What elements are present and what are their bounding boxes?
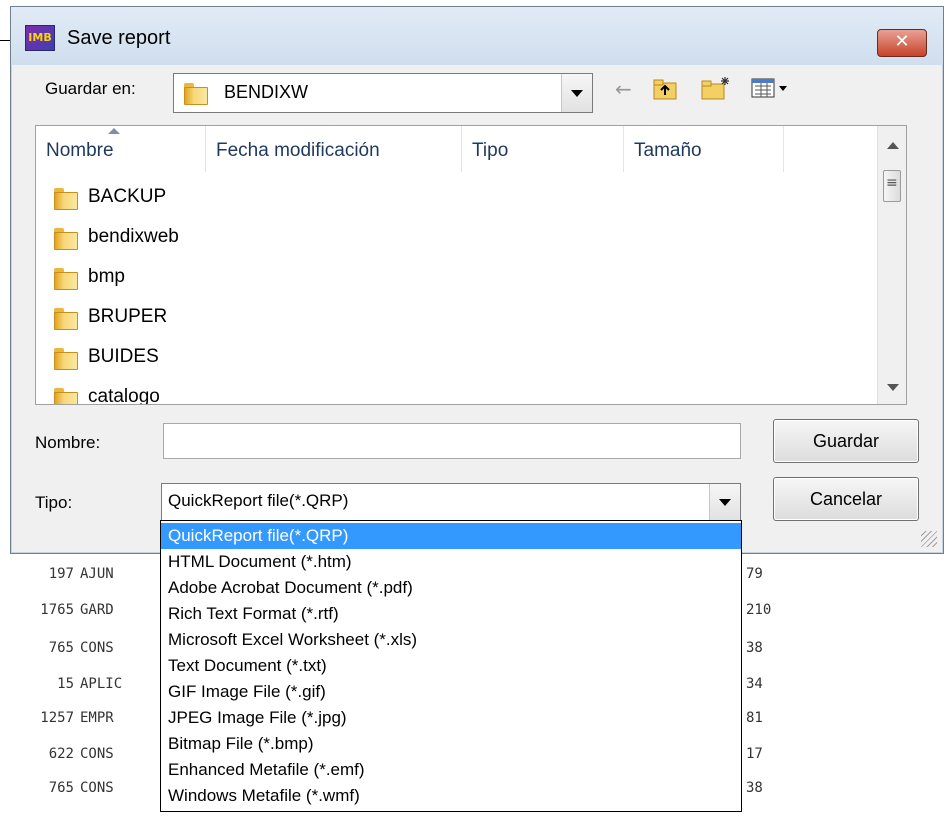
report-value: 17 bbox=[746, 746, 763, 762]
list-item[interactable]: BACKUP bbox=[36, 180, 876, 216]
column-label: Tamaño bbox=[634, 140, 702, 161]
report-name: GARD bbox=[80, 602, 114, 618]
report-value: 79 bbox=[746, 566, 763, 582]
file-name: BRUPER bbox=[88, 306, 168, 327]
report-number: 197 bbox=[48, 566, 74, 582]
scroll-up-icon[interactable] bbox=[887, 142, 899, 149]
report-name: APLIC bbox=[80, 676, 123, 692]
sort-ascending-icon bbox=[108, 128, 120, 134]
dropdown-option[interactable]: GIF Image File (*.gif) bbox=[161, 679, 741, 705]
title-bar[interactable]: IMB Save report ✕ bbox=[11, 7, 943, 65]
chevron-down-icon[interactable] bbox=[709, 484, 740, 520]
dropdown-option[interactable]: Text Document (*.txt) bbox=[161, 653, 741, 679]
file-name: BACKUP bbox=[88, 186, 167, 207]
list-item[interactable]: bendixweb bbox=[36, 220, 876, 256]
filetype-label: Tipo: bbox=[35, 493, 73, 512]
new-folder-icon[interactable] bbox=[701, 75, 731, 106]
report-number: 15 bbox=[57, 676, 74, 692]
column-label: Nombre bbox=[46, 140, 114, 161]
file-name: bmp bbox=[88, 266, 125, 287]
filetype-dropdown-list[interactable]: QuickReport file(*.QRP) HTML Document (*… bbox=[160, 520, 742, 812]
report-value: 81 bbox=[746, 710, 763, 726]
scroll-down-icon[interactable] bbox=[887, 384, 899, 391]
report-number: 1765 bbox=[40, 602, 74, 618]
dropdown-option[interactable]: Enhanced Metafile (*.emf) bbox=[161, 757, 741, 783]
app-icon: IMB bbox=[25, 25, 55, 51]
report-name: AJUN bbox=[80, 566, 114, 582]
report-name: CONS bbox=[80, 746, 114, 762]
save-report-dialog: IMB Save report ✕ Guardar en: BENDIXW ← … bbox=[10, 6, 944, 554]
cancel-button[interactable]: Cancelar bbox=[773, 477, 919, 521]
report-name: EMPR bbox=[80, 710, 114, 726]
list-item[interactable]: bmp bbox=[36, 260, 876, 296]
dropdown-option[interactable]: JPEG Image File (*.jpg) bbox=[161, 705, 741, 731]
column-header-fecha[interactable]: Fecha modificación bbox=[206, 126, 462, 172]
filename-input[interactable] bbox=[163, 423, 741, 459]
file-list[interactable]: Nombre Fecha modificación Tipo Tamaño BA… bbox=[35, 125, 907, 405]
dropdown-option[interactable]: HTML Document (*.htm) bbox=[161, 549, 741, 575]
list-item[interactable]: catalogo bbox=[36, 380, 876, 405]
vertical-scrollbar[interactable] bbox=[877, 126, 906, 404]
report-number: 1257 bbox=[40, 710, 74, 726]
folder-icon bbox=[54, 306, 80, 330]
report-number: 765 bbox=[48, 640, 74, 656]
column-header-nombre[interactable]: Nombre bbox=[36, 126, 206, 172]
file-name: BUIDES bbox=[88, 346, 159, 367]
column-header-tamano[interactable]: Tamaño bbox=[624, 126, 784, 172]
report-value: 38 bbox=[746, 780, 763, 796]
folder-icon bbox=[54, 346, 80, 370]
folder-icon bbox=[54, 226, 80, 250]
folder-icon bbox=[54, 386, 80, 404]
report-number: 765 bbox=[48, 780, 74, 796]
close-button[interactable]: ✕ bbox=[877, 29, 927, 57]
dropdown-option[interactable]: Bitmap File (*.bmp) bbox=[161, 731, 741, 757]
filename-label: Nombre: bbox=[35, 433, 101, 452]
report-value: 34 bbox=[746, 676, 763, 692]
dropdown-option[interactable]: QuickReport file(*.QRP) bbox=[161, 523, 741, 549]
back-arrow-icon[interactable]: ← bbox=[615, 77, 632, 101]
dropdown-option[interactable]: Adobe Acrobat Document (*.pdf) bbox=[161, 575, 741, 601]
file-name: bendixweb bbox=[88, 226, 179, 247]
file-name: catalogo bbox=[88, 386, 160, 405]
report-value: 38 bbox=[746, 640, 763, 656]
dialog-title: Save report bbox=[67, 27, 171, 49]
filetype-select[interactable]: QuickReport file(*.QRP) bbox=[161, 483, 741, 521]
save-in-combo[interactable]: BENDIXW bbox=[173, 73, 593, 113]
save-in-value: BENDIXW bbox=[224, 82, 309, 102]
report-number: 622 bbox=[48, 746, 74, 762]
scroll-thumb[interactable] bbox=[883, 170, 901, 202]
list-item[interactable]: BUIDES bbox=[36, 340, 876, 376]
folder-icon bbox=[54, 186, 80, 210]
view-menu-icon[interactable] bbox=[751, 77, 791, 104]
chevron-down-icon[interactable] bbox=[561, 74, 592, 112]
folder-icon bbox=[54, 266, 80, 290]
up-folder-icon[interactable] bbox=[653, 77, 679, 106]
filetype-value: QuickReport file(*.QRP) bbox=[168, 491, 349, 510]
save-button[interactable]: Guardar bbox=[773, 419, 919, 463]
folder-icon bbox=[184, 81, 210, 105]
resize-grip[interactable] bbox=[921, 531, 937, 547]
list-item[interactable]: BRUPER bbox=[36, 300, 876, 336]
dropdown-option[interactable]: Rich Text Format (*.rtf) bbox=[161, 601, 741, 627]
dropdown-option[interactable]: Microsoft Excel Worksheet (*.xls) bbox=[161, 627, 741, 653]
column-label: Fecha modificación bbox=[216, 140, 380, 161]
save-in-label: Guardar en: bbox=[45, 79, 136, 98]
report-value: 210 bbox=[746, 602, 772, 618]
report-name: CONS bbox=[80, 640, 114, 656]
column-header-tipo[interactable]: Tipo bbox=[462, 126, 624, 172]
report-name: CONS bbox=[80, 780, 114, 796]
column-label: Tipo bbox=[472, 140, 509, 161]
dropdown-option[interactable]: Windows Metafile (*.wmf) bbox=[161, 783, 741, 809]
